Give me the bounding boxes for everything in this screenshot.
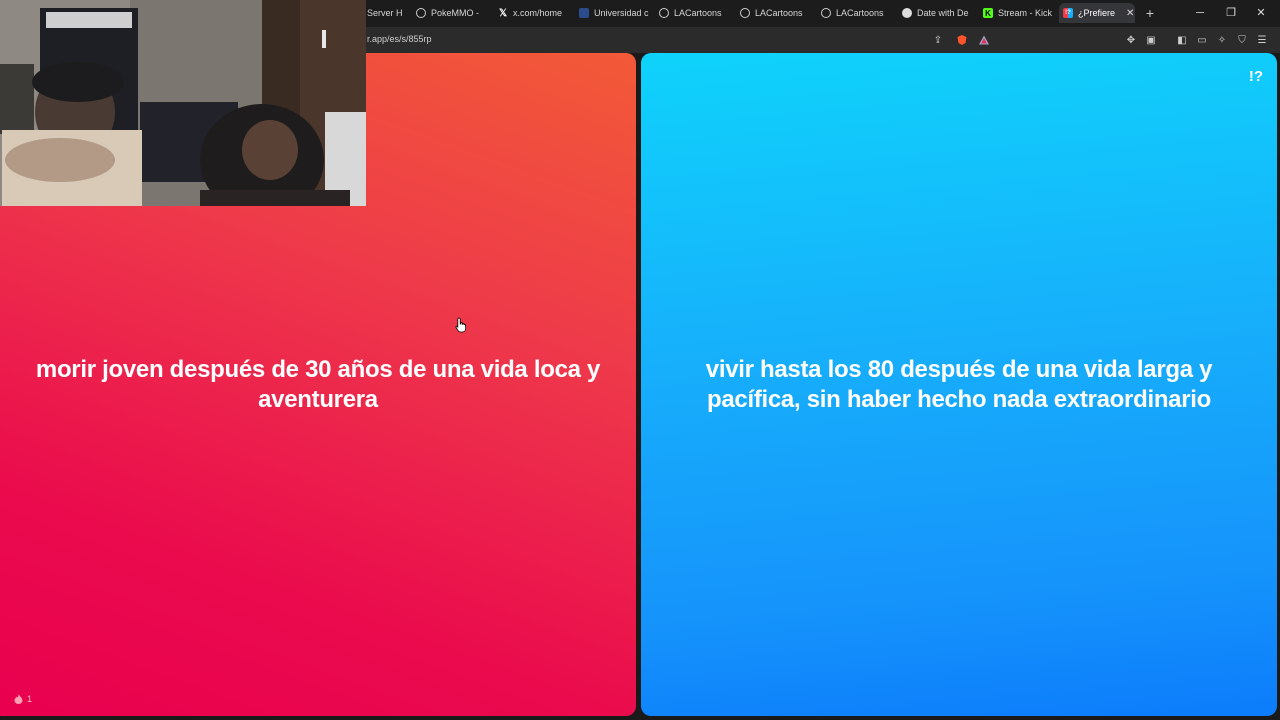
webcam-overlay [0, 0, 366, 206]
tab-label: x.com/home [513, 8, 563, 18]
fire-counter: 1 [14, 694, 32, 704]
tab-label: PokeMMO - [431, 8, 480, 18]
url-field[interactable]: r.app/es/s/855rp [367, 34, 432, 44]
vpn-icon[interactable]: ⛉ [1235, 33, 1249, 47]
tab-label: LACartoons [836, 8, 884, 18]
close-window-icon[interactable]: ✕ [1252, 4, 1270, 22]
brave-shields-icon[interactable] [955, 33, 969, 47]
tab-server[interactable]: Server H [363, 3, 403, 23]
tab-universidad[interactable]: Universidad c [575, 3, 651, 23]
globe-icon [902, 8, 912, 18]
tab-pokemmo[interactable]: PokeMMO - [412, 3, 488, 23]
tab-lacartoons-1[interactable]: LACartoons [655, 3, 731, 23]
kick-icon: K [983, 8, 993, 18]
globe-icon [821, 8, 831, 18]
option-left-text: morir joven después de 30 años de una vi… [35, 355, 601, 413]
prefieres-icon: !? [1063, 8, 1073, 18]
tab-x-home[interactable]: 𝕏 x.com/home [494, 3, 570, 23]
tab-label: ¿Prefiere [1078, 8, 1116, 18]
tab-label: Server H [367, 8, 403, 18]
share-icon[interactable]: ⇪ [931, 33, 945, 47]
tab-label: Stream - Kick [998, 8, 1053, 18]
fire-count: 1 [27, 694, 33, 704]
tab-lacartoons-2[interactable]: LACartoons [736, 3, 812, 23]
option-right-text: vivir hasta los 80 después de una vida l… [705, 355, 1213, 413]
wallet-icon[interactable]: ▭ [1195, 33, 1209, 47]
option-right-panel[interactable]: vivir hasta los 80 después de una vida l… [641, 53, 1277, 716]
globe-icon [740, 8, 750, 18]
globe-icon [416, 8, 426, 18]
screenshot-icon[interactable]: ▣ [1144, 33, 1158, 47]
x-logo-icon: 𝕏 [498, 7, 508, 19]
tab-date-with[interactable]: Date with De [898, 3, 974, 23]
extensions-icon[interactable]: ✥ [1124, 33, 1138, 47]
screen: Server H PokeMMO - 𝕏 x.com/home Universi… [0, 0, 1280, 720]
site-logo[interactable]: !? [1249, 68, 1263, 85]
minimize-icon[interactable]: ─ [1191, 4, 1209, 22]
close-tab-icon[interactable]: ✕ [1126, 8, 1134, 19]
university-icon [579, 8, 589, 18]
webcam-video [0, 0, 366, 206]
restore-icon[interactable]: ❐ [1222, 4, 1240, 22]
new-tab-button[interactable]: + [1143, 4, 1157, 22]
tab-label: Universidad c [594, 8, 649, 18]
tab-kick-stream[interactable]: K Stream - Kick [979, 3, 1055, 23]
fire-icon [14, 694, 23, 704]
leo-ai-icon[interactable]: ✧ [1215, 33, 1229, 47]
tab-prefieres[interactable]: !? ¿Prefiere ✕ [1059, 3, 1135, 23]
globe-icon [659, 8, 669, 18]
tab-lacartoons-3[interactable]: LACartoons [817, 3, 893, 23]
hand-cursor-icon [455, 317, 466, 333]
menu-icon[interactable]: ☰ [1255, 33, 1269, 47]
tab-label: LACartoons [674, 8, 722, 18]
tab-label: Date with De [917, 8, 969, 18]
tab-label: LACartoons [755, 8, 803, 18]
brave-rewards-icon[interactable] [977, 33, 991, 47]
sidebar-icon[interactable]: ◧ [1175, 33, 1189, 47]
